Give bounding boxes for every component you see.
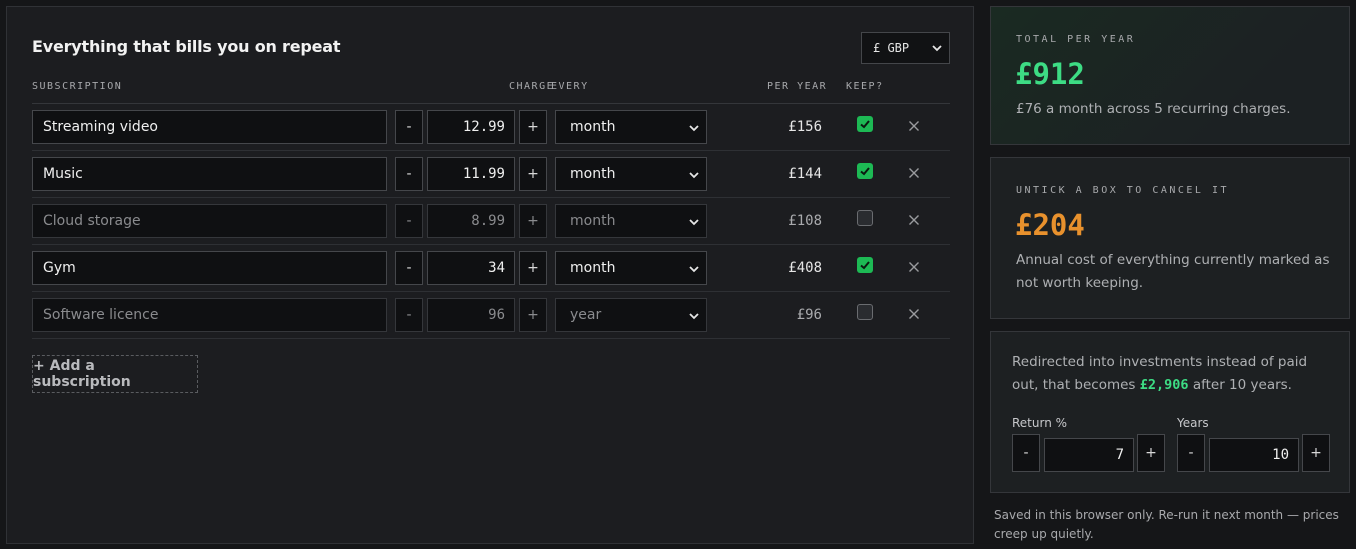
- billing-period-select[interactable]: month: [555, 204, 707, 238]
- billing-period-value: month: [570, 260, 616, 276]
- per-year-value: £156: [788, 119, 822, 135]
- subscription-name-input[interactable]: Gym: [32, 251, 387, 285]
- investment-card: Redirected into investments instead of p…: [990, 331, 1350, 493]
- per-year-value: £96: [796, 307, 822, 323]
- billing-period-value: year: [570, 307, 602, 323]
- years-minus-button[interactable]: -: [1177, 434, 1205, 472]
- chevron-down-icon: [689, 266, 699, 273]
- column-header-keep: KEEP?: [846, 81, 884, 92]
- checkmark-icon: [860, 120, 870, 129]
- chevron-down-icon: [689, 313, 699, 320]
- chevron-down-icon: [689, 219, 699, 226]
- investment-description: Redirected into investments instead of p…: [1012, 351, 1337, 397]
- chevron-down-icon: [932, 45, 942, 52]
- increase-charge-button[interactable]: +: [519, 298, 547, 332]
- charge-input[interactable]: 11.99: [427, 157, 515, 191]
- return-plus-button[interactable]: +: [1137, 434, 1165, 472]
- decrease-charge-button[interactable]: -: [395, 298, 423, 332]
- checkmark-icon: [860, 261, 870, 270]
- decrease-charge-button[interactable]: -: [395, 157, 423, 191]
- years-input[interactable]: 10: [1209, 438, 1299, 472]
- increase-charge-button[interactable]: +: [519, 251, 547, 285]
- investment-text-after: after 10 years.: [1188, 377, 1292, 393]
- total-value: £912: [1015, 57, 1085, 91]
- total-per-year-card: TOTAL PER YEAR £912 £76 a month across 5…: [990, 6, 1350, 145]
- chevron-down-icon: [689, 172, 699, 179]
- investment-amount: £2,906: [1139, 377, 1189, 393]
- total-summary: £76 a month across 5 recurring charges.: [1016, 101, 1291, 117]
- years-label: Years: [1177, 416, 1209, 430]
- billing-period-value: month: [570, 119, 616, 135]
- table-row: Gym -34 + month £408: [32, 245, 950, 292]
- billing-period-value: month: [570, 166, 616, 182]
- subscription-name-input[interactable]: Software licence: [32, 298, 387, 332]
- increase-charge-button[interactable]: +: [519, 204, 547, 238]
- add-subscription-button[interactable]: + Add a subscription: [32, 355, 198, 393]
- subscriptions-panel: Everything that bills you on repeat £ GB…: [6, 6, 974, 544]
- increase-charge-button[interactable]: +: [519, 110, 547, 144]
- billing-period-select[interactable]: year: [555, 298, 707, 332]
- keep-checkbox[interactable]: [857, 116, 873, 132]
- column-header-every: EVERY: [551, 81, 589, 92]
- cancel-card: UNTICK A BOX TO CANCEL IT £204 Annual co…: [990, 157, 1350, 319]
- keep-checkbox[interactable]: [857, 210, 873, 226]
- column-header-charge: CHARGE: [509, 81, 555, 92]
- decrease-charge-button[interactable]: -: [395, 251, 423, 285]
- close-icon[interactable]: [908, 261, 920, 273]
- footnote: Saved in this browser only. Re-run it ne…: [994, 508, 1339, 541]
- table-row: Streaming video -12.99 + month £156: [32, 104, 950, 151]
- currency-value: £ GBP: [873, 41, 910, 55]
- return-label: Return %: [1012, 416, 1068, 430]
- per-year-value: £408: [788, 260, 822, 276]
- close-icon[interactable]: [908, 214, 920, 226]
- cancel-value: £204: [1015, 208, 1085, 242]
- total-label: TOTAL PER YEAR: [1016, 34, 1136, 45]
- table-row: Cloud storage -8.99 + month £108: [32, 198, 950, 245]
- charge-input[interactable]: 34: [427, 251, 515, 285]
- cancel-description-line1: Annual cost of everything currently mark…: [1016, 252, 1330, 268]
- table-row: Music -11.99 + month £144: [32, 151, 950, 198]
- subscription-name-input[interactable]: Cloud storage: [32, 204, 387, 238]
- charge-input[interactable]: 96: [427, 298, 515, 332]
- keep-checkbox[interactable]: [857, 163, 873, 179]
- billing-period-select[interactable]: month: [555, 251, 707, 285]
- subscription-name-input[interactable]: Streaming video: [32, 110, 387, 144]
- keep-checkbox[interactable]: [857, 257, 873, 273]
- billing-period-value: month: [570, 213, 616, 229]
- checkmark-icon: [860, 167, 870, 176]
- per-year-value: £108: [788, 213, 822, 229]
- cancel-description-line2: not worth keeping.: [1016, 275, 1144, 291]
- per-year-value: £144: [788, 166, 822, 182]
- billing-period-select[interactable]: month: [555, 110, 707, 144]
- return-input[interactable]: 7: [1044, 438, 1134, 472]
- currency-select[interactable]: £ GBP: [861, 32, 950, 64]
- page-title: Everything that bills you on repeat: [32, 37, 341, 56]
- close-icon[interactable]: [908, 167, 920, 179]
- increase-charge-button[interactable]: +: [519, 157, 547, 191]
- decrease-charge-button[interactable]: -: [395, 204, 423, 238]
- years-plus-button[interactable]: +: [1302, 434, 1330, 472]
- column-header-subscription: SUBSCRIPTION: [32, 81, 123, 92]
- charge-input[interactable]: 8.99: [427, 204, 515, 238]
- close-icon[interactable]: [908, 120, 920, 132]
- close-icon[interactable]: [908, 308, 920, 320]
- chevron-down-icon: [689, 125, 699, 132]
- billing-period-select[interactable]: month: [555, 157, 707, 191]
- cancel-label: UNTICK A BOX TO CANCEL IT: [1016, 185, 1230, 196]
- return-minus-button[interactable]: -: [1012, 434, 1040, 472]
- cancel-description: Annual cost of everything currently mark…: [1016, 249, 1330, 295]
- table-row: Software licence -96 + year £96: [32, 292, 950, 339]
- charge-input[interactable]: 12.99: [427, 110, 515, 144]
- decrease-charge-button[interactable]: -: [395, 110, 423, 144]
- subscription-name-input[interactable]: Music: [32, 157, 387, 191]
- keep-checkbox[interactable]: [857, 304, 873, 320]
- column-header-per-year: PER YEAR: [767, 81, 828, 92]
